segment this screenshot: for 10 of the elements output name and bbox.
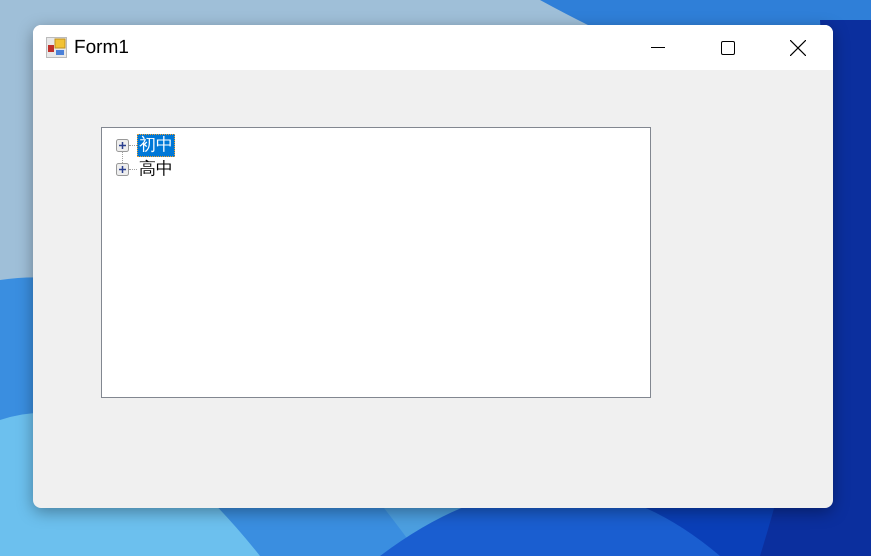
minimize-icon (651, 47, 665, 48)
tree-node[interactable]: 高中 (137, 158, 175, 180)
maximize-icon (721, 40, 735, 54)
expand-icon[interactable] (116, 162, 129, 176)
window-title: Form1 (74, 36, 130, 58)
tree-node[interactable]: 初中 (137, 134, 175, 156)
tree-view[interactable]: 初中 高中 (101, 127, 651, 398)
close-icon (790, 40, 806, 56)
app-icon (46, 37, 67, 58)
expand-icon[interactable] (116, 138, 129, 152)
